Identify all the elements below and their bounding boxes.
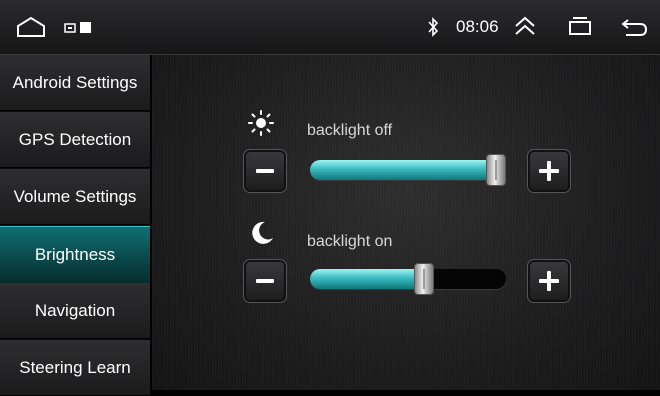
notification-icons: [64, 22, 91, 33]
backlight-off-slider[interactable]: [310, 154, 506, 186]
home-icon[interactable]: [16, 16, 46, 38]
backlight-off-increase-button[interactable]: [527, 149, 571, 193]
backlight-on-decrease-button[interactable]: [243, 259, 287, 303]
plus-icon: [539, 271, 559, 291]
sidebar-item-android-settings[interactable]: Android Settings: [0, 55, 150, 111]
sidebar-item-navigation[interactable]: Navigation: [0, 283, 150, 339]
sun-icon: [248, 110, 274, 136]
sidebar-item-label: Brightness: [34, 244, 116, 264]
sidebar-item-gps-detection[interactable]: GPS Detection: [0, 112, 150, 168]
sidebar-item-label: GPS Detection: [18, 129, 132, 149]
moon-icon: [252, 221, 273, 244]
brightness-panel: backlight off backlight on: [152, 55, 660, 390]
backlight-off-decrease-button[interactable]: [243, 149, 287, 193]
sidebar-item-label: Navigation: [34, 300, 116, 320]
back-icon[interactable]: [620, 16, 648, 38]
backlight-on-slider-fill: [310, 269, 424, 289]
sidebar-item-volume-settings[interactable]: Volume Settings: [0, 169, 150, 225]
recents-icon[interactable]: [568, 16, 592, 36]
minus-icon: [256, 169, 274, 173]
backlight-off-slider-thumb[interactable]: [486, 154, 506, 186]
backlight-on-slider[interactable]: [310, 263, 506, 295]
backlight-on-increase-button[interactable]: [527, 259, 571, 303]
status-bar: 08:06: [0, 0, 660, 55]
sidebar-item-steering-learn[interactable]: Steering Learn: [0, 340, 150, 396]
backlight-on-slider-thumb[interactable]: [413, 263, 434, 295]
settings-sidebar: Android Settings GPS Detection Volume Se…: [0, 55, 150, 396]
backlight-off-label: backlight off: [307, 122, 393, 139]
sidebar-item-label: Steering Learn: [19, 357, 131, 377]
status-clock: 08:06: [456, 17, 499, 36]
minus-icon: [256, 279, 274, 283]
sidebar-item-brightness[interactable]: Brightness: [0, 226, 150, 283]
backlight-off-slider-fill: [310, 160, 496, 180]
sidebar-item-label: Android Settings: [12, 72, 138, 92]
backlight-on-label: backlight on: [307, 233, 393, 250]
bluetooth-icon: [428, 17, 439, 37]
plus-icon: [539, 161, 559, 181]
sidebar-item-label: Volume Settings: [13, 186, 137, 206]
collapse-up-icon[interactable]: [513, 15, 537, 37]
